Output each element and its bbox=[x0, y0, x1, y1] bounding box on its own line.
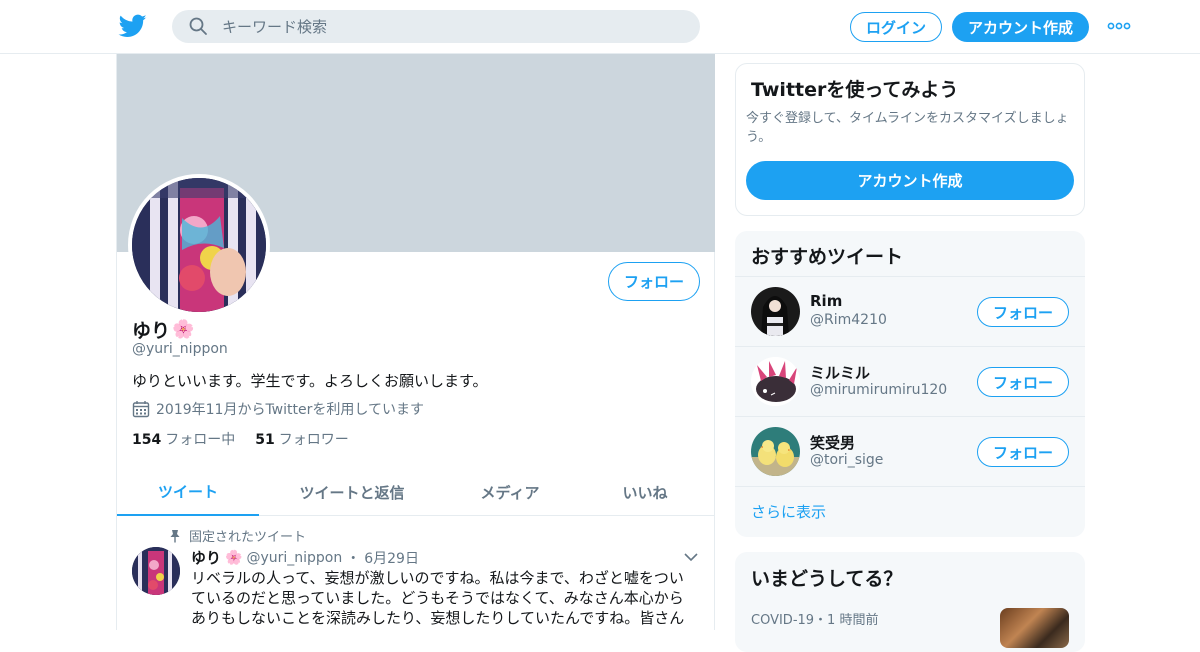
profile-tabs: ツイート ツイートと返信 メディア いいね bbox=[117, 468, 715, 516]
follow-button[interactable]: フォロー bbox=[977, 367, 1069, 397]
following-count: 154 bbox=[132, 432, 162, 448]
following-label: フォロー中 bbox=[165, 432, 236, 448]
user-avatar-image bbox=[751, 427, 800, 476]
followers-stat[interactable]: 51 フォロワー bbox=[255, 429, 348, 449]
tweet-author-handle[interactable]: @yuri_nippon bbox=[246, 550, 342, 566]
recommended-card: おすすめツイート Rim @Rim4210 フォロー ミルミル @mirumir… bbox=[735, 231, 1085, 537]
tab-tweets[interactable]: ツイート bbox=[117, 468, 259, 516]
user-avatar-image bbox=[751, 357, 800, 406]
tweet-separator: ・ bbox=[346, 550, 361, 567]
signup-card: Twitterを使ってみよう 今すぐ登録して、タイムラインをカスタマイズしましょ… bbox=[735, 63, 1085, 216]
tweet-avatar[interactable] bbox=[132, 547, 180, 595]
user-avatar[interactable] bbox=[751, 287, 800, 336]
pin-icon bbox=[170, 529, 180, 542]
tab-media[interactable]: メディア bbox=[445, 468, 575, 516]
followers-label: フォロワー bbox=[278, 432, 349, 448]
user-avatar[interactable] bbox=[751, 427, 800, 476]
profile-bio: ゆりといいます。学生です。よろしくお願いします。 bbox=[132, 372, 488, 390]
trend-thumbnail[interactable] bbox=[1000, 608, 1069, 648]
sakura-emoji: 🌸 bbox=[172, 319, 195, 340]
signup-card-button[interactable]: アカウント作成 bbox=[746, 161, 1074, 200]
signup-card-title: Twitterを使ってみよう bbox=[751, 79, 959, 101]
trends-card: いまどうしてる？ COVID-19・1 時間前 bbox=[735, 552, 1085, 652]
pinned-tweet-label: 固定されたツイート bbox=[169, 526, 306, 545]
user-name[interactable]: 笑受男 bbox=[810, 432, 855, 453]
profile-stats: 154 フォロー中 51 フォロワー bbox=[132, 429, 349, 449]
follow-button[interactable]: フォロー bbox=[977, 297, 1069, 327]
user-avatar-image bbox=[751, 287, 800, 336]
tweet-avatar-image bbox=[132, 547, 180, 595]
show-more-link[interactable]: さらに表示 bbox=[751, 501, 826, 522]
login-button[interactable]: ログイン bbox=[850, 12, 942, 42]
avatar-image bbox=[132, 178, 266, 312]
user-handle: @Rim4210 bbox=[810, 312, 887, 328]
tweet-author-emoji: 🌸 bbox=[225, 549, 243, 566]
user-avatar[interactable] bbox=[751, 357, 800, 406]
tweet-date[interactable]: 6月29日 bbox=[364, 548, 419, 568]
recommended-user[interactable]: Rim @Rim4210 フォロー bbox=[735, 276, 1085, 346]
profile-column: フォロー ゆり 🌸 @yuri_nippon ゆりといいます。学生です。よろしく… bbox=[116, 54, 715, 630]
following-stat[interactable]: 154 フォロー中 bbox=[132, 429, 235, 449]
profile-avatar[interactable] bbox=[128, 174, 270, 316]
tweet-text: リベラルの人って、妄想が激しいのですね。私は今まで、わざと嘘をついているのだと思… bbox=[191, 569, 685, 627]
tweet-author-name[interactable]: ゆり bbox=[191, 547, 221, 568]
search-icon bbox=[189, 17, 207, 35]
recommended-user[interactable]: 笑受男 @tori_sige フォロー bbox=[735, 416, 1085, 486]
more-options-icon[interactable] bbox=[1106, 18, 1132, 34]
user-handle: @mirumirumiru120 bbox=[810, 382, 948, 398]
profile-join-date: 2019年11月からTwitterを利用しています bbox=[132, 399, 424, 419]
join-date-text: 2019年11月からTwitterを利用しています bbox=[156, 402, 424, 418]
calendar-icon bbox=[132, 401, 150, 418]
tab-tweets-and-replies[interactable]: ツイートと返信 bbox=[259, 468, 445, 516]
tweet-header: ゆり 🌸 @yuri_nippon ・ 6月29日 bbox=[191, 547, 419, 568]
trend-meta[interactable]: COVID-19・1 時間前 bbox=[751, 609, 878, 628]
search-box[interactable] bbox=[172, 10, 700, 43]
follow-button[interactable]: フォロー bbox=[977, 437, 1069, 467]
signup-button[interactable]: アカウント作成 bbox=[952, 12, 1089, 42]
chevron-down-icon[interactable] bbox=[683, 551, 699, 563]
recommended-title: おすすめツイート bbox=[751, 246, 904, 268]
user-name[interactable]: ミルミル bbox=[810, 362, 870, 383]
tab-likes[interactable]: いいね bbox=[575, 468, 715, 516]
profile-name-text: ゆり bbox=[132, 320, 171, 342]
pinned-text: 固定されたツイート bbox=[189, 530, 307, 545]
trends-title: いまどうしてる？ bbox=[751, 568, 903, 590]
user-handle: @tori_sige bbox=[810, 452, 884, 468]
search-input[interactable] bbox=[222, 10, 682, 43]
follow-button[interactable]: フォロー bbox=[608, 262, 700, 301]
profile-name: ゆり 🌸 bbox=[132, 316, 194, 343]
top-navigation-bar: ログイン アカウント作成 bbox=[0, 0, 1200, 54]
recommended-user[interactable]: ミルミル @mirumirumiru120 フォロー bbox=[735, 346, 1085, 416]
twitter-bird-icon[interactable] bbox=[118, 12, 148, 40]
followers-count: 51 bbox=[255, 432, 275, 448]
profile-handle: @yuri_nippon bbox=[132, 341, 228, 357]
user-name[interactable]: Rim bbox=[810, 292, 842, 310]
signup-card-text: 今すぐ登録して、タイムラインをカスタマイズしましょう。 bbox=[746, 111, 1069, 145]
